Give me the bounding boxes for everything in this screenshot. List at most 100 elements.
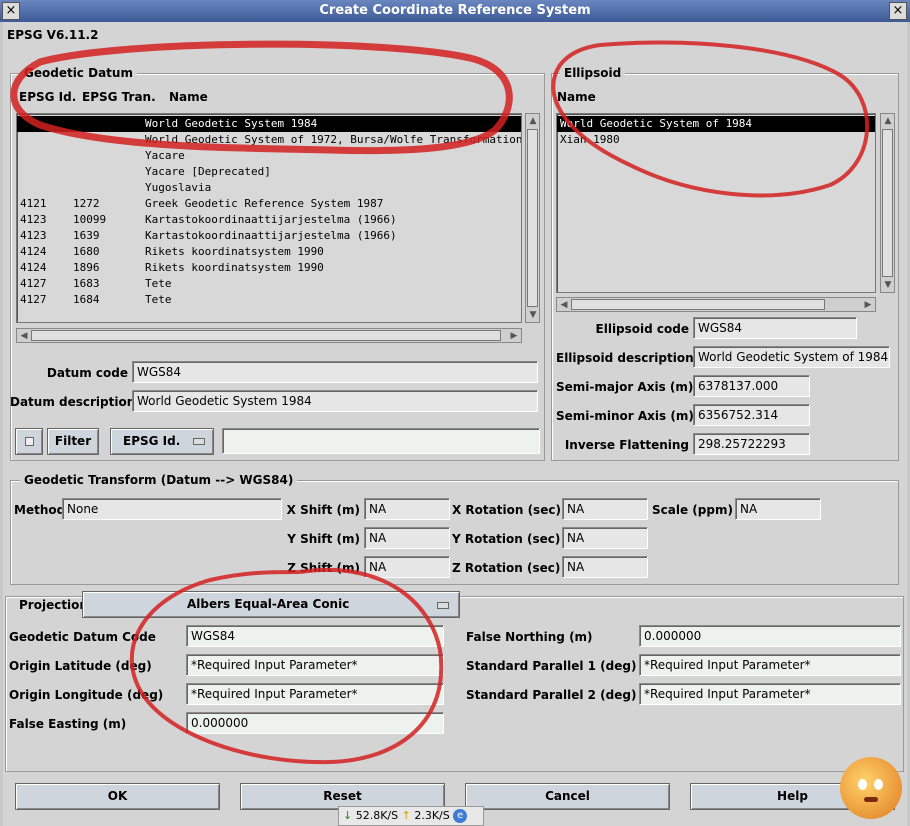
datum-cell-id: 4123 [20, 229, 47, 242]
scroll-left-icon[interactable]: ◀ [558, 299, 570, 311]
x-rotation-label: X Rotation (sec) [452, 503, 561, 517]
origin-latitude-input[interactable]: *Required Input Parameter* [186, 654, 444, 676]
datum-cell-name: Rikets koordinatsystem 1990 [145, 245, 324, 258]
ellipsoid-code-field[interactable]: WGS84 [693, 317, 857, 339]
datum-list-row[interactable]: 4127 1684 Tete [17, 292, 521, 308]
semi-minor-axis-field[interactable]: 6356752.314 [693, 404, 810, 426]
false-northing-input[interactable]: 0.000000 [639, 625, 901, 647]
datum-list-hscroll[interactable]: ◀ ▶ [16, 328, 522, 343]
datum-list-row[interactable]: 4123 1639 Kartastokoordinaattijarjestelma … [17, 228, 521, 244]
datum-cell-name: Tete [145, 277, 172, 290]
datum-list-hscroll-thumb[interactable] [31, 330, 501, 341]
datum-cell-name: Yugoslavia [145, 181, 212, 194]
datum-list-row[interactable]: World Geodetic System 1984 [17, 116, 521, 132]
origin-latitude-label: Origin Latitude (deg) [9, 659, 152, 673]
datum-list-vscroll[interactable]: ▲ ▼ [525, 113, 540, 323]
datum-cell-tran: 1272 [73, 197, 100, 210]
datum-code-field[interactable]: WGS84 [132, 361, 538, 383]
scroll-down-icon[interactable]: ▼ [882, 279, 894, 291]
window-title-bar[interactable]: Create Coordinate Reference System [0, 0, 910, 22]
mascot-sun-icon[interactable] [840, 757, 902, 819]
column-header-epsg-id[interactable]: EPSG Id. [19, 90, 76, 104]
z-rotation-label: Z Rotation (sec) [452, 561, 561, 575]
datum-cell-id: 4127 [20, 277, 47, 290]
filter-text-input[interactable] [222, 428, 540, 454]
filter-button[interactable]: Filter [47, 428, 99, 455]
ellipsoid-column-header-name[interactable]: Name [557, 90, 596, 104]
scale-field[interactable]: NA [735, 498, 821, 520]
filter-field-value: EPSG Id. [123, 434, 181, 448]
filter-checkbox[interactable] [15, 428, 43, 455]
ellipsoid-list-vscroll-thumb[interactable] [882, 129, 893, 277]
ellipsoid-description-field[interactable]: World Geodetic System of 1984 [693, 346, 890, 368]
datum-cell-name: Tete [145, 293, 172, 306]
false-easting-input[interactable]: 0.000000 [186, 712, 444, 734]
standard-parallel-1-input[interactable]: *Required Input Parameter* [639, 654, 901, 676]
datum-cell-name: Yacare [Deprecated] [145, 165, 271, 178]
column-header-epsg-tran[interactable]: EPSG Tran. [82, 90, 156, 104]
datum-description-field[interactable]: World Geodetic System 1984 [132, 390, 538, 412]
datum-cell-name: Rikets koordinatsystem 1990 [145, 261, 324, 274]
datum-cell-id: 4127 [20, 293, 47, 306]
column-header-name[interactable]: Name [169, 90, 208, 104]
scroll-up-icon[interactable]: ▲ [527, 115, 539, 127]
scroll-up-icon[interactable]: ▲ [882, 115, 894, 127]
z-rotation-field[interactable]: NA [562, 556, 648, 578]
ellipsoid-code-label: Ellipsoid code [595, 322, 689, 336]
network-status-bar: ↓ 52.8K/S ↑ 2.3K/S e [338, 806, 484, 826]
datum-list-vscroll-thumb[interactable] [527, 129, 538, 307]
ellipsoid-cell-name: World Geodetic System of 1984 [560, 117, 753, 130]
datum-description-label: Datum description [10, 395, 136, 409]
inverse-flattening-field[interactable]: 298.25722293 [693, 433, 810, 455]
ellipsoid-list-vscroll[interactable]: ▲ ▼ [880, 113, 895, 293]
x-rotation-field[interactable]: NA [562, 498, 648, 520]
x-shift-field[interactable]: NA [364, 498, 450, 520]
x-shift-label: X Shift (m) [286, 503, 360, 517]
standard-parallel-2-input[interactable]: *Required Input Parameter* [639, 683, 901, 705]
dropdown-indicator-icon [193, 438, 205, 445]
standard-parallel-2-label: Standard Parallel 2 (deg) [466, 688, 637, 702]
datum-cell-name: Kartastokoordinaattijarjestelma (1966) [145, 229, 397, 242]
datum-list-row[interactable]: 4124 1896 Rikets koordinatsystem 1990 [17, 260, 521, 276]
filter-field-select[interactable]: EPSG Id. [110, 428, 214, 455]
datum-cell-tran: 10099 [73, 213, 107, 226]
datum-list-row[interactable]: 4124 1680 Rikets koordinatsystem 1990 [17, 244, 521, 260]
method-field[interactable]: None [62, 498, 282, 520]
datum-cell-name: World Geodetic System 1984 [145, 117, 318, 130]
cancel-button[interactable]: Cancel [465, 783, 670, 810]
datum-list[interactable]: World Geodetic System 1984 World Geodetic… [16, 113, 522, 323]
datum-list-row[interactable]: Yacare [Deprecated] [17, 164, 521, 180]
ellipsoid-list-hscroll[interactable]: ◀ ▶ [556, 297, 876, 312]
datum-list-row[interactable]: Yugoslavia [17, 180, 521, 196]
ellipsoid-list-row[interactable]: Xian 1980 [557, 132, 875, 148]
inverse-flattening-label: Inverse Flattening [564, 438, 689, 452]
z-shift-label: Z Shift (m) [287, 561, 360, 575]
scroll-right-icon[interactable]: ▶ [508, 330, 520, 342]
geodetic-datum-code-input[interactable]: WGS84 [186, 625, 444, 647]
origin-longitude-input[interactable]: *Required Input Parameter* [186, 683, 444, 705]
scroll-down-icon[interactable]: ▼ [527, 309, 539, 321]
browser-icon[interactable]: e [453, 809, 468, 823]
projection-select[interactable]: Albers Equal-Area Conic [82, 591, 460, 618]
z-shift-field[interactable]: NA [364, 556, 450, 578]
ok-button[interactable]: OK [15, 783, 220, 810]
window-menu-close-icon[interactable]: × [2, 2, 20, 20]
ellipsoid-list-hscroll-thumb[interactable] [571, 299, 825, 310]
datum-list-row[interactable]: 4121 1272 Greek Geodetic Reference System … [17, 196, 521, 212]
scroll-right-icon[interactable]: ▶ [862, 299, 874, 311]
version-label: EPSG V6.11.2 [7, 28, 99, 42]
datum-list-row[interactable]: 4123 10099 Kartastokoordinaattijarjestelma… [17, 212, 521, 228]
ellipsoid-list-row[interactable]: World Geodetic System of 1984 [557, 116, 875, 132]
datum-list-row[interactable]: Yacare [17, 148, 521, 164]
scroll-left-icon[interactable]: ◀ [18, 330, 30, 342]
close-icon[interactable]: × [889, 2, 907, 20]
standard-parallel-1-label: Standard Parallel 1 (deg) [466, 659, 637, 673]
semi-major-axis-field[interactable]: 6378137.000 [693, 375, 810, 397]
y-rotation-field[interactable]: NA [562, 527, 648, 549]
datum-list-row[interactable]: 4127 1683 Tete [17, 276, 521, 292]
download-speed: 52.8K/S [355, 809, 399, 822]
y-shift-field[interactable]: NA [364, 527, 450, 549]
ellipsoid-list[interactable]: World Geodetic System of 1984 Xian 1980 [556, 113, 876, 293]
datum-list-row[interactable]: World Geodetic System of 1972, Bursa/Wol… [17, 132, 521, 148]
ellipsoid-title: Ellipsoid [560, 66, 626, 80]
